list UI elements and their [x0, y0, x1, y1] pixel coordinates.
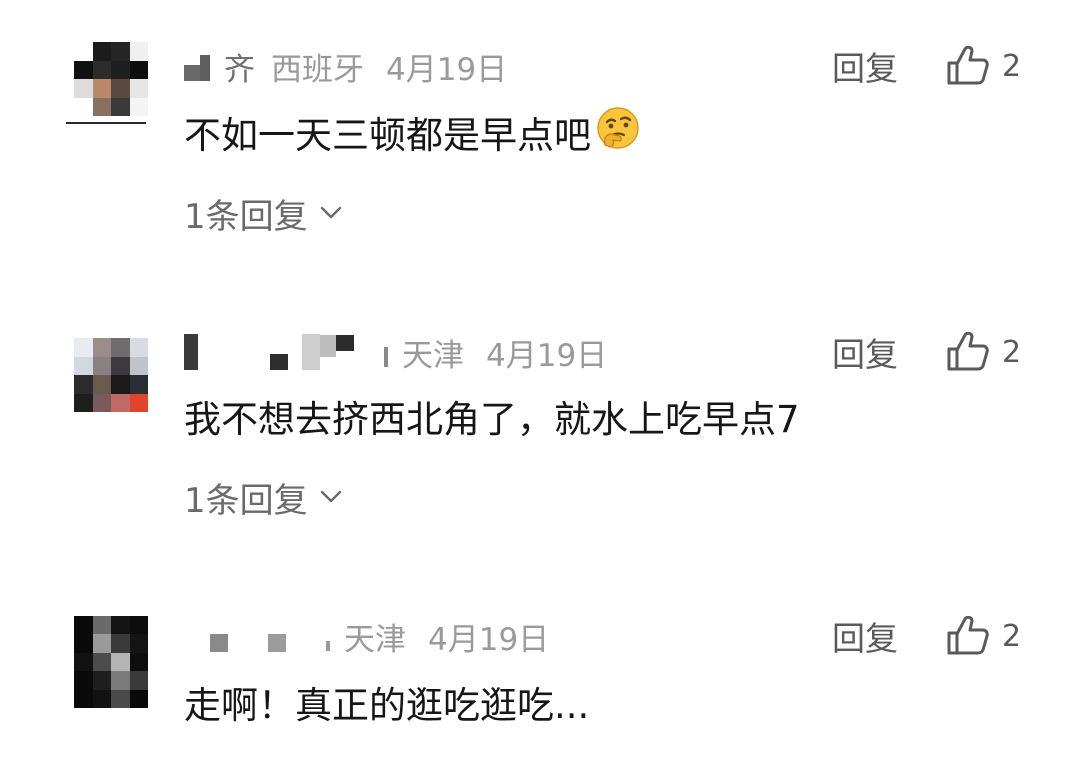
- like-button[interactable]: 2: [946, 614, 1021, 658]
- comment-meta: 天津 4月19日: [184, 330, 607, 374]
- username-redacted[interactable]: [184, 620, 330, 652]
- comment-meta: 天津 4月19日: [184, 614, 549, 658]
- reply-button[interactable]: 回复: [832, 330, 898, 374]
- avatar[interactable]: [74, 616, 148, 708]
- thumbs-up-icon: [947, 616, 989, 655]
- like-count: 2: [1002, 618, 1022, 654]
- comment-meta: 齐 西班牙 4月19日: [184, 44, 507, 88]
- chevron-down-icon: [320, 490, 341, 503]
- chevron-down-icon: [320, 206, 341, 219]
- view-replies-button[interactable]: 1条回复: [184, 188, 342, 238]
- comment-text: 不如一天三顿都是早点吧: [184, 104, 641, 160]
- username-redacted[interactable]: [184, 51, 210, 81]
- comment-text: 走啊！真正的逛吃逛吃...: [184, 674, 589, 730]
- like-count: 2: [1002, 48, 1022, 84]
- replies-count-label: 1条回复: [184, 196, 308, 237]
- location-label: 西班牙: [271, 51, 364, 88]
- comment-date: 4月19日: [386, 51, 508, 88]
- comment-text-body: 不如一天三顿都是早点吧: [184, 114, 591, 157]
- like-count: 2: [1002, 334, 1022, 370]
- comment-text-body: 我不想去挤西北角了，就水上吃早点7: [184, 398, 800, 441]
- avatar-edge-mark: [66, 122, 146, 124]
- avatar[interactable]: [74, 42, 148, 116]
- reply-button[interactable]: 回复: [832, 614, 898, 658]
- thumbs-up-icon: [947, 46, 989, 85]
- username-tail[interactable]: 齐: [224, 44, 255, 89]
- view-replies-button[interactable]: 1条回复: [184, 472, 342, 522]
- replies-count-label: 1条回复: [184, 480, 308, 521]
- comment-date: 4月19日: [486, 337, 608, 374]
- comment-date: 4月19日: [428, 621, 550, 658]
- comment-text-body: 走啊！真正的逛吃逛吃...: [184, 684, 590, 727]
- like-button[interactable]: 2: [946, 330, 1021, 374]
- thumbs-up-icon: [947, 332, 989, 371]
- like-button[interactable]: 2: [946, 44, 1021, 88]
- username-redacted[interactable]: [184, 334, 388, 370]
- thinking-face-emoji-icon: [595, 105, 641, 160]
- comment-text: 我不想去挤西北角了，就水上吃早点7: [184, 388, 800, 444]
- avatar[interactable]: [74, 338, 148, 412]
- reply-button[interactable]: 回复: [832, 44, 898, 88]
- location-label: 天津: [402, 337, 464, 374]
- location-label: 天津: [344, 621, 406, 658]
